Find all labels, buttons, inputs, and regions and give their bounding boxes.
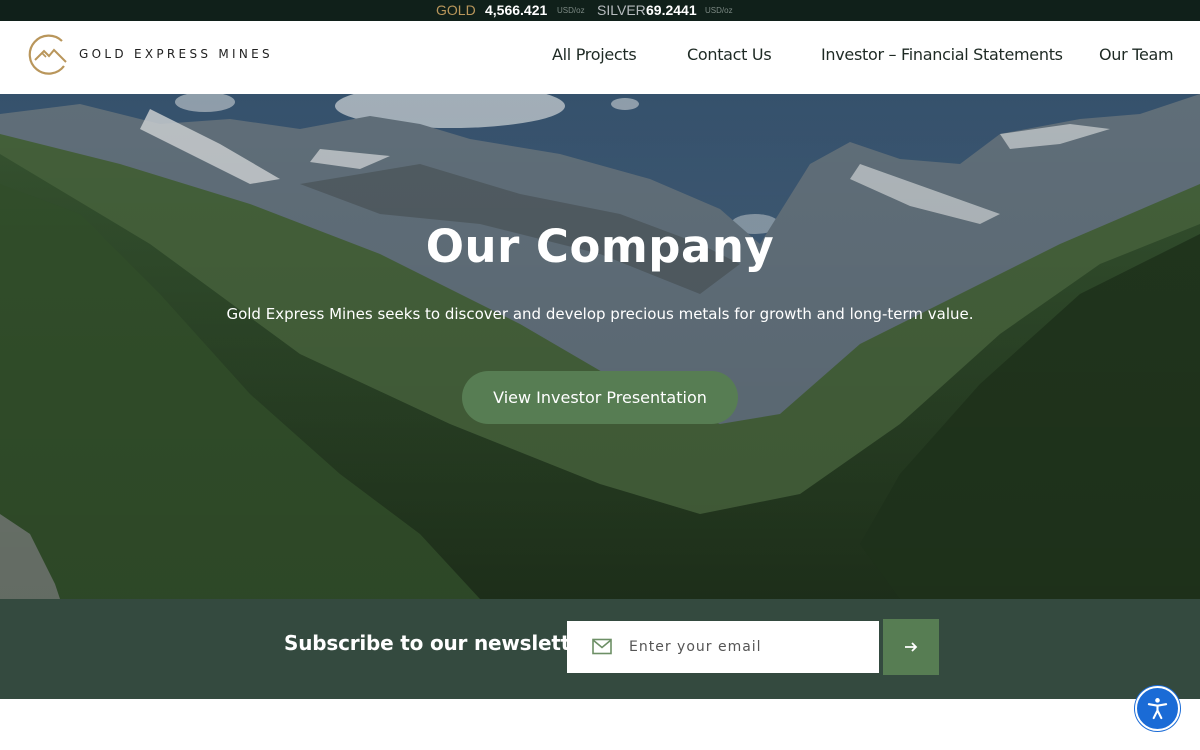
view-investor-presentation-button[interactable]: View Investor Presentation [462, 371, 738, 424]
nav-item-contact-us[interactable]: Contact Us [687, 45, 772, 64]
site-logo[interactable]: GOLD EXPRESS MINES [28, 33, 298, 77]
gold-label: GOLD [436, 2, 476, 18]
gold-unit: USD/oz [557, 6, 585, 15]
silver-label: SILVER [597, 2, 646, 18]
site-header: GOLD EXPRESS MINES All Projects Contact … [0, 21, 1200, 94]
nav-item-investor-financial-statements[interactable]: Investor – Financial Statements [821, 45, 1063, 64]
arrow-right-icon [905, 642, 918, 652]
newsletter-section: Subscribe to our newsletter [0, 599, 1200, 699]
gold-price: 4,566.421 [485, 2, 548, 18]
mountain-circle-logo-icon [28, 34, 67, 75]
hero-title: Our Company [425, 220, 775, 273]
newsletter-email-field [567, 621, 879, 673]
silver-price: 69.2441 [646, 2, 697, 18]
hero-subtitle: Gold Express Mines seeks to discover and… [226, 305, 974, 323]
newsletter-submit-button[interactable] [883, 619, 939, 675]
accessibility-button[interactable] [1135, 686, 1180, 731]
email-input[interactable] [629, 621, 869, 673]
accessibility-icon [1147, 698, 1168, 720]
mountain-valley-background [0, 94, 1200, 599]
nav-item-all-projects[interactable]: All Projects [552, 45, 637, 64]
hero-section: Our Company Gold Express Mines seeks to … [0, 94, 1200, 599]
envelope-icon [592, 638, 612, 655]
silver-unit: USD/oz [705, 6, 733, 15]
newsletter-title: Subscribe to our newsletter [284, 631, 594, 655]
logo-text: GOLD EXPRESS MINES [79, 47, 273, 61]
nav-item-our-team[interactable]: Our Team [1099, 45, 1174, 64]
price-ticker: GOLD 4,566.421 USD/oz SILVER 69.2441 USD… [0, 0, 1200, 21]
